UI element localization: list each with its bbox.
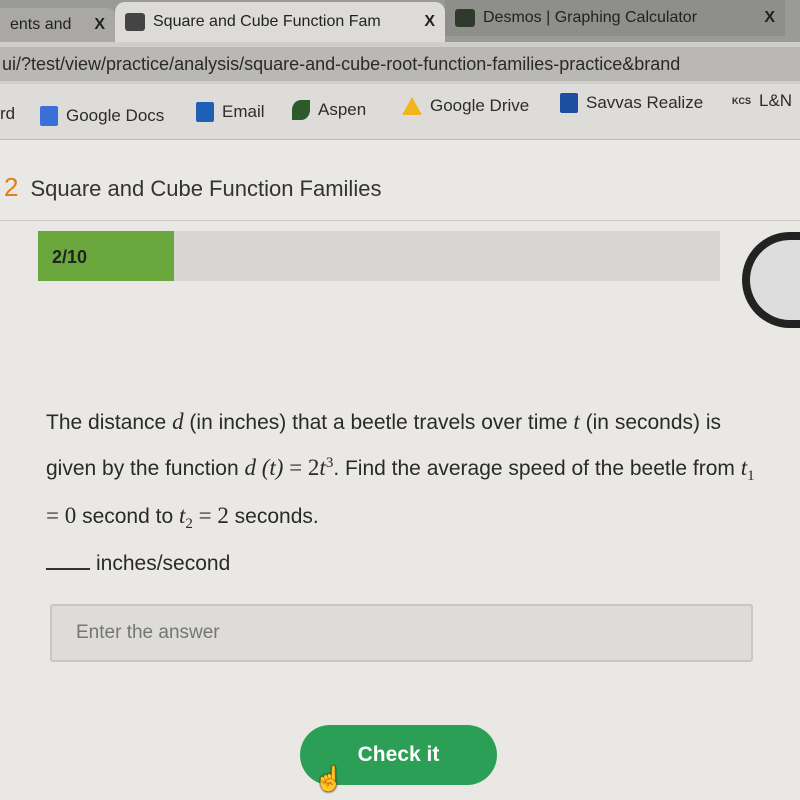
lesson-number: 2 [4,172,19,202]
bookmark-aspen[interactable]: Aspen [292,100,366,120]
answer-input[interactable] [50,604,753,662]
bookmark-label: rd [0,104,16,123]
close-icon[interactable]: X [764,9,775,27]
unit-label: inches/second [96,552,231,576]
bookmark-savvas[interactable]: Savvas Realize [560,93,703,113]
tab-label: Desmos | Graphing Calculator [483,9,698,26]
bookmark-label: Google Drive [430,96,530,115]
google-drive-icon [402,97,422,115]
divider [0,220,800,221]
answer-blank [46,568,90,571]
kcs-icon: KCS [732,96,752,106]
tab-label: ents and [10,16,72,33]
bookmarks-bar: rd Google Docs Email Aspen Google Drive … [0,84,800,140]
book-icon [125,13,145,31]
progress-bar: 2/10 [38,231,720,281]
desmos-icon [455,9,475,27]
bookmark-email[interactable]: Email [196,102,265,122]
bookmark-label: Aspen [318,100,367,119]
progress-fill: 2/10 [38,231,175,281]
tab-desmos[interactable]: Desmos | Graphing Calculator X [445,0,785,36]
address-bar[interactable]: ui/?test/view/practice/analysis/square-a… [0,47,800,81]
tab-assignments[interactable]: ents and X [0,8,115,42]
tab-bar: ents and X Square and Cube Function Fam X … [0,0,800,42]
bookmark-label: Email [222,102,265,121]
lesson-title: Square and Cube Function Families [30,176,382,201]
bookmark-label: L&N [759,91,793,110]
google-docs-icon [40,106,58,126]
hand-cursor-icon: ☝ [314,766,344,793]
aspen-leaf-icon [292,100,310,120]
tab-square-cube[interactable]: Square and Cube Function Fam X [115,2,445,42]
gauge-icon [742,232,800,328]
page-title: 2 Square and Cube Function Families [4,172,381,203]
bookmark-google-drive[interactable]: Google Drive [402,96,529,116]
outlook-icon [196,102,214,122]
close-icon[interactable]: X [94,16,105,34]
close-icon[interactable]: X [424,13,435,31]
question-text: The distance d (in inches) that a beetle… [46,409,755,576]
bookmark-ln[interactable]: KCS L&N [732,91,792,111]
bookmark-label: Savvas Realize [586,93,704,112]
bookmark-label: Google Docs [66,106,165,125]
bookmark-item[interactable]: rd [0,104,15,124]
bookmark-google-docs[interactable]: Google Docs [40,106,164,126]
savvas-icon [560,93,578,113]
tab-label: Square and Cube Function Fam [153,13,381,30]
